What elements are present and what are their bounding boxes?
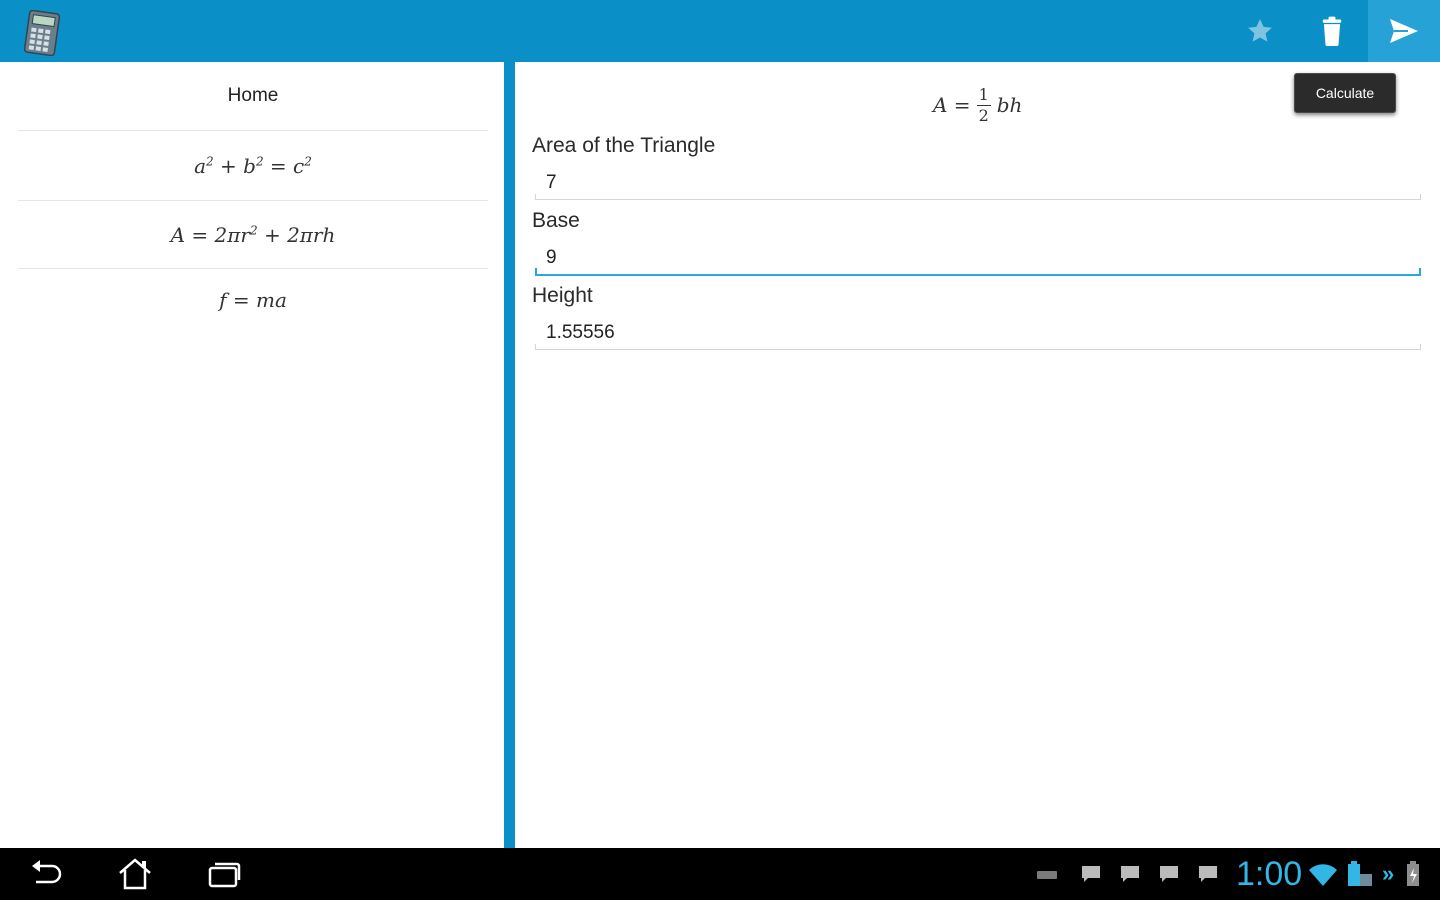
height-label: Height <box>532 284 593 307</box>
message-icon[interactable] <box>1158 864 1180 884</box>
calculate-tooltip: Calculate <box>1294 73 1396 113</box>
action-bar <box>0 0 1440 62</box>
area-input[interactable]: 7 <box>535 166 1421 200</box>
calculator-form: A = 12 bh Area of the Triangle 7 Base 9 … <box>515 62 1440 848</box>
message-icon[interactable] <box>1119 864 1141 884</box>
wifi-icon <box>1308 862 1338 893</box>
recent-apps-button[interactable] <box>197 854 253 894</box>
favorite-button[interactable] <box>1228 0 1292 62</box>
recent-apps-icon <box>208 862 241 888</box>
base-value: 9 <box>546 247 557 268</box>
star-icon <box>1248 19 1272 42</box>
pane-divider <box>504 62 515 848</box>
system-bar <box>0 848 1440 900</box>
triangle-area-formula: A = 12 bh <box>933 84 1023 125</box>
trash-icon <box>1322 16 1342 46</box>
list-item-force[interactable]: f = ma <box>18 269 488 331</box>
formula-list: Home a2 + b2 = c2 A = 2πr2 + 2πrh f = ma <box>0 62 504 848</box>
send-icon <box>1390 19 1418 43</box>
battery-icon <box>1404 860 1422 893</box>
list-item-label: Home <box>227 85 279 106</box>
battery-dock-icon <box>1344 860 1374 893</box>
area-value: 7 <box>546 171 557 193</box>
back-icon <box>32 860 62 884</box>
cylinder-area-formula: A = 2πr2 + 2πrh <box>170 222 336 247</box>
home-button[interactable] <box>107 854 163 894</box>
calculate-button[interactable] <box>1368 0 1440 62</box>
home-icon <box>119 858 151 890</box>
back-button[interactable] <box>18 854 74 894</box>
area-label: Area of the Triangle <box>532 134 716 157</box>
status-clock[interactable]: 1:00 <box>1236 854 1302 894</box>
calculator-icon[interactable] <box>22 9 62 57</box>
list-item-pythagorean[interactable]: a2 + b2 = c2 <box>18 131 488 201</box>
list-item-cylinder-area[interactable]: A = 2πr2 + 2πrh <box>18 201 488 269</box>
list-item-home[interactable]: Home <box>18 62 488 131</box>
base-label: Base <box>532 209 580 232</box>
height-input[interactable]: 1.55556 <box>535 316 1421 350</box>
message-icon[interactable] <box>1080 864 1102 884</box>
base-input[interactable]: 9 <box>535 242 1421 276</box>
delete-button[interactable] <box>1300 0 1364 62</box>
pythagorean-formula: a2 + b2 = c2 <box>194 153 312 178</box>
force-formula: f = ma <box>219 288 287 312</box>
keyboard-icon <box>1036 864 1058 884</box>
height-value: 1.55556 <box>546 321 615 343</box>
overflow-icon[interactable]: » <box>1382 863 1394 885</box>
message-icon[interactable] <box>1197 864 1219 884</box>
